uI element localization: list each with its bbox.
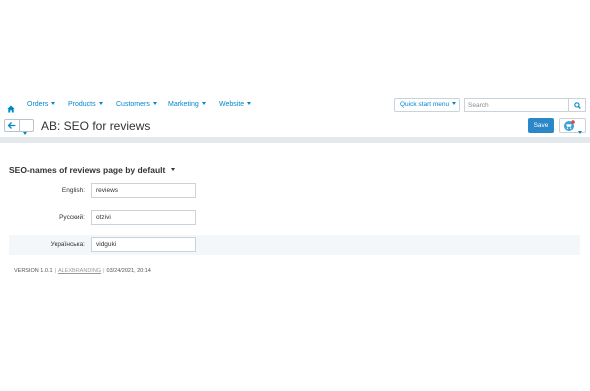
chevron-down-icon (171, 168, 176, 172)
nav-orders[interactable]: Orders (27, 101, 56, 108)
section-title-label: SEO-names of reviews page by default (9, 165, 166, 175)
field-row-english: English: (9, 181, 580, 201)
storefront-button[interactable] (559, 118, 586, 135)
nav-products[interactable]: Products (68, 101, 103, 108)
version-text: VERSION 1.0.1 (14, 268, 53, 274)
nav-customers[interactable]: Customers (116, 101, 157, 108)
section-title[interactable]: SEO-names of reviews page by default (9, 165, 176, 175)
datetime-text: 03/24/2021, 20:14 (106, 268, 151, 274)
footer-separator: | (54, 268, 56, 274)
author-link[interactable]: ALEXBRANDING (58, 268, 101, 274)
page-title: AB: SEO for reviews (41, 119, 151, 133)
toolbar-divider (0, 137, 590, 143)
field-label-english: English: (61, 187, 85, 194)
chevron-down-icon (51, 101, 56, 105)
field-label-russian: Русский: (59, 214, 85, 221)
chevron-down-icon (452, 101, 457, 105)
home-icon[interactable] (7, 100, 15, 113)
chevron-down-icon (247, 101, 252, 105)
chevron-down-icon (23, 132, 27, 136)
field-row-ukrainian: Українська: (9, 235, 580, 255)
notification-dot (571, 120, 575, 124)
nav-marketing-label: Marketing (168, 101, 199, 108)
chevron-down-icon (98, 101, 103, 105)
footer: VERSION 1.0.1 | ALEXBRANDING | 03/24/2021, 2… (14, 268, 151, 274)
quick-start-menu-label: Quick start menu (400, 101, 450, 108)
back-button[interactable] (4, 119, 20, 132)
chevron-down-icon (578, 131, 582, 135)
nav-orders-label: Orders (27, 101, 49, 108)
search-input[interactable] (464, 98, 569, 112)
storefront-icon (564, 120, 575, 131)
quick-start-menu-button[interactable]: Quick start menu (394, 98, 460, 112)
nav-customers-label: Customers (116, 101, 150, 108)
nav-marketing[interactable]: Marketing (168, 101, 206, 108)
nav-website-label: Website (219, 101, 245, 108)
save-button[interactable]: Save (528, 118, 554, 133)
seo-name-english-input[interactable] (91, 183, 196, 198)
history-dropdown-button[interactable] (20, 119, 34, 136)
seo-name-ukrainian-input[interactable] (91, 237, 196, 252)
field-row-russian: Русский: (9, 208, 580, 228)
chevron-down-icon (152, 101, 157, 105)
field-label-ukrainian: Українська: (50, 241, 85, 248)
nav-website[interactable]: Website (219, 101, 252, 108)
search-button[interactable] (569, 98, 586, 112)
arrow-left-icon (8, 122, 16, 129)
seo-name-russian-input[interactable] (91, 210, 196, 225)
top-navigation: Orders Products Customers Marketing Webs… (0, 94, 590, 116)
chevron-down-icon (201, 101, 206, 105)
nav-products-label: Products (68, 101, 96, 108)
footer-separator: | (103, 268, 105, 274)
search-icon (574, 102, 581, 109)
